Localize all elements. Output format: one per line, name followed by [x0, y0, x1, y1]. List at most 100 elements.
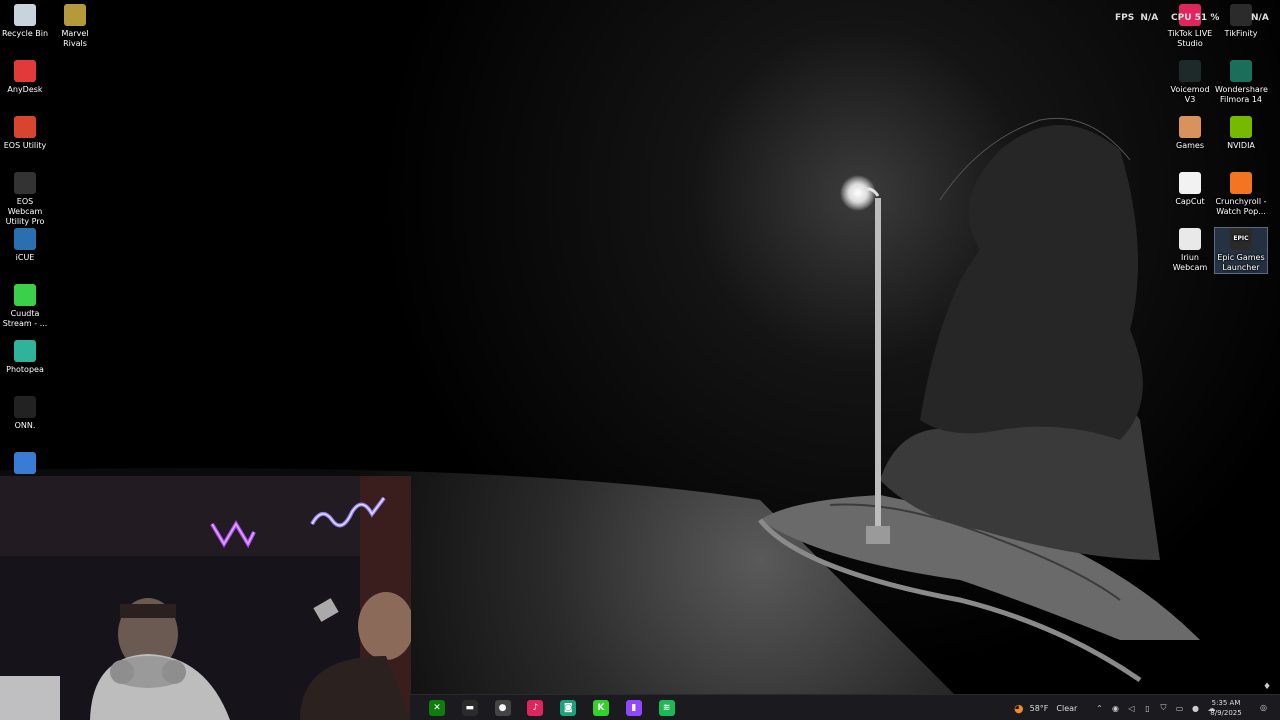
- desktop-shortcut[interactable]: Cuudta Stream - ...: [0, 284, 51, 329]
- taskbar-app-glyph: ♪: [532, 703, 539, 713]
- xbox-icon[interactable]: ✕: [429, 700, 445, 716]
- system-tray: ⌃ ◉ ◁ ▯ ⛉ ▭ ● ☁: [1094, 695, 1217, 720]
- desktop-shortcut-label: Games: [1176, 141, 1204, 150]
- taskbar-app-glyph: ≋: [662, 703, 671, 713]
- cpu-label: CPU: [1171, 13, 1192, 23]
- desktop-shortcut-label: Photopea: [6, 365, 44, 374]
- clock[interactable]: 5:35 AM 8/9/2025: [1204, 698, 1248, 718]
- marvel-rivals-icon: [64, 4, 86, 26]
- desktop-shortcut-label: ONN.: [14, 421, 36, 430]
- desktop-shortcut[interactable]: ONN.: [0, 396, 51, 431]
- tiktok-taskbar-icon[interactable]: ♪: [527, 700, 544, 716]
- onn-icon: [14, 396, 36, 418]
- photopea-icon: [14, 340, 36, 362]
- taskbar-app-glyph: ▬: [465, 703, 475, 713]
- epic-games-icon: EPIC: [1230, 228, 1252, 250]
- desktop-shortcut[interactable]: EPIC Epic Games Launcher: [1214, 227, 1268, 274]
- voicemod-icon: [1179, 60, 1201, 82]
- desktop-shortcut[interactable]: Games: [1164, 116, 1216, 151]
- desktop-shortcut[interactable]: NVIDIA: [1215, 116, 1267, 151]
- eos-webcam-icon: [14, 172, 36, 194]
- filmora-icon: [1230, 60, 1252, 82]
- discord-like-icon[interactable]: ◙: [560, 700, 577, 716]
- epic-logo-text: EPIC: [1233, 235, 1249, 242]
- shield-icon[interactable]: ⛉: [1158, 703, 1169, 714]
- kick-icon[interactable]: K: [593, 700, 609, 716]
- fps-label: FPS: [1115, 13, 1135, 23]
- anydesk-icon: [14, 60, 36, 82]
- capcut-icon: [1179, 172, 1201, 194]
- desktop-shortcut[interactable]: Marvel Rivals: [49, 4, 101, 49]
- desktop-shortcut-label: Cuudta Stream - ...: [2, 309, 48, 328]
- weather-temp: 58°F: [1029, 703, 1049, 713]
- desktop-shortcut[interactable]: TikTok LIVE Studio: [1164, 4, 1216, 49]
- desktop-shortcut[interactable]: EOS Webcam Utility Pro: [0, 172, 51, 227]
- desktop-shortcut-label: NVIDIA: [1227, 141, 1255, 150]
- clock-time: 5:35 AM: [1211, 699, 1241, 707]
- notifications-icon[interactable]: ◎: [1258, 702, 1269, 713]
- iriun-webcam-icon: [1179, 228, 1201, 250]
- desktop-shortcut-label: Marvel Rivals: [61, 29, 89, 48]
- notification-app-icon[interactable]: ▯: [1142, 703, 1153, 714]
- media-icon[interactable]: ◉: [1110, 703, 1121, 714]
- microphone-icon[interactable]: ●: [1190, 703, 1201, 714]
- taskbar-app-glyph: ✕: [433, 703, 441, 713]
- gpu-overlay: N/A: [1251, 13, 1269, 23]
- cpu-value: 51 %: [1194, 13, 1220, 23]
- microphone-indicator-icon[interactable]: ♦: [1263, 682, 1271, 692]
- desktop-shortcut[interactable]: Recycle Bin: [0, 4, 51, 39]
- fps-value: N/A: [1140, 13, 1159, 23]
- desktop-shortcut-label: EOS Webcam Utility Pro: [5, 197, 45, 226]
- desktop-shortcut[interactable]: AnyDesk: [0, 60, 51, 95]
- taskbar-app-glyph: K: [597, 703, 605, 713]
- desktop-shortcut-label: CapCut: [1175, 197, 1205, 206]
- weather-widget[interactable]: ◕ 58°F Clear: [1014, 695, 1077, 720]
- terminal-app-icon[interactable]: ▬: [461, 700, 478, 716]
- cpu-overlay: CPU 51 %: [1171, 13, 1219, 23]
- desktop-shortcut[interactable]: CapCut: [1164, 172, 1216, 207]
- desktop-shortcut[interactable]: Iriun Webcam: [1164, 228, 1216, 273]
- gpu-value: N/A: [1251, 13, 1269, 23]
- desktop-shortcut-label: Crunchyroll - Watch Pop...: [1215, 197, 1267, 216]
- desktop-shortcut-label: iCUE: [15, 253, 35, 262]
- taskbar: ✕ ▬ ● ♪ ◙ K ▮ ≋ ◕ 58°F Clear ⌃ ◉ ◁ ▯ ⛉ ▭ ● ☁ 5:…: [410, 694, 1280, 720]
- desktop-shortcut-label: Epic Games Launcher: [1217, 253, 1265, 272]
- twitch-icon[interactable]: ▮: [625, 700, 642, 716]
- taskbar-app-glyph: ◙: [563, 703, 573, 713]
- weather-desc: Clear: [1056, 703, 1078, 713]
- crunchyroll-icon: [1230, 172, 1252, 194]
- desktop-shortcut[interactable]: Crunchyroll - Watch Pop...: [1215, 172, 1267, 217]
- eos-utility-icon: [14, 116, 36, 138]
- desktop-shortcut-label: Iriun Webcam: [1172, 253, 1208, 272]
- chevron-up-icon[interactable]: ⌃: [1094, 703, 1105, 714]
- speaker-icon[interactable]: ◁: [1126, 703, 1137, 714]
- stream-k-icon: [14, 284, 36, 306]
- games-folder-icon: [1179, 116, 1201, 138]
- app-globe-icon: [14, 452, 36, 474]
- desktop-shortcut-label: TikTok LIVE Studio: [1167, 29, 1213, 48]
- desktop-shortcut-label: AnyDesk: [7, 85, 43, 94]
- fps-overlay: FPS N/A: [1115, 13, 1158, 23]
- desktop-shortcut[interactable]: Voicemod V3: [1164, 60, 1216, 105]
- desktop-shortcut-label: EOS Utility: [3, 141, 47, 150]
- desktop-shortcut[interactable]: Photopea: [0, 340, 51, 375]
- spotify-icon[interactable]: ≋: [658, 700, 675, 716]
- tikfinity-icon: [1230, 4, 1252, 26]
- taskbar-app-glyph: ●: [498, 703, 507, 713]
- desktop-shortcut[interactable]: [0, 452, 51, 477]
- clock-date: 8/9/2025: [1210, 709, 1242, 717]
- recycle-bin-icon: [14, 4, 36, 26]
- desktop-shortcut[interactable]: Wondershare Filmora 14: [1215, 60, 1268, 105]
- weather-icon: ◕: [1014, 701, 1024, 715]
- webcam-overlay: [0, 476, 411, 720]
- desktop-shortcut[interactable]: iCUE: [0, 228, 51, 263]
- nvidia-icon: [1230, 116, 1252, 138]
- chrome-like-icon[interactable]: ●: [494, 700, 511, 716]
- desktop-shortcut-label: Recycle Bin: [1, 29, 49, 38]
- desktop-shortcut-label: Wondershare Filmora 14: [1215, 85, 1268, 104]
- desktop-shortcut-label: Voicemod V3: [1170, 85, 1210, 104]
- desktop-shortcut[interactable]: EOS Utility: [0, 116, 51, 151]
- taskbar-app-glyph: ▮: [631, 703, 637, 713]
- battery-icon[interactable]: ▭: [1174, 703, 1185, 714]
- icue-icon: [14, 228, 36, 250]
